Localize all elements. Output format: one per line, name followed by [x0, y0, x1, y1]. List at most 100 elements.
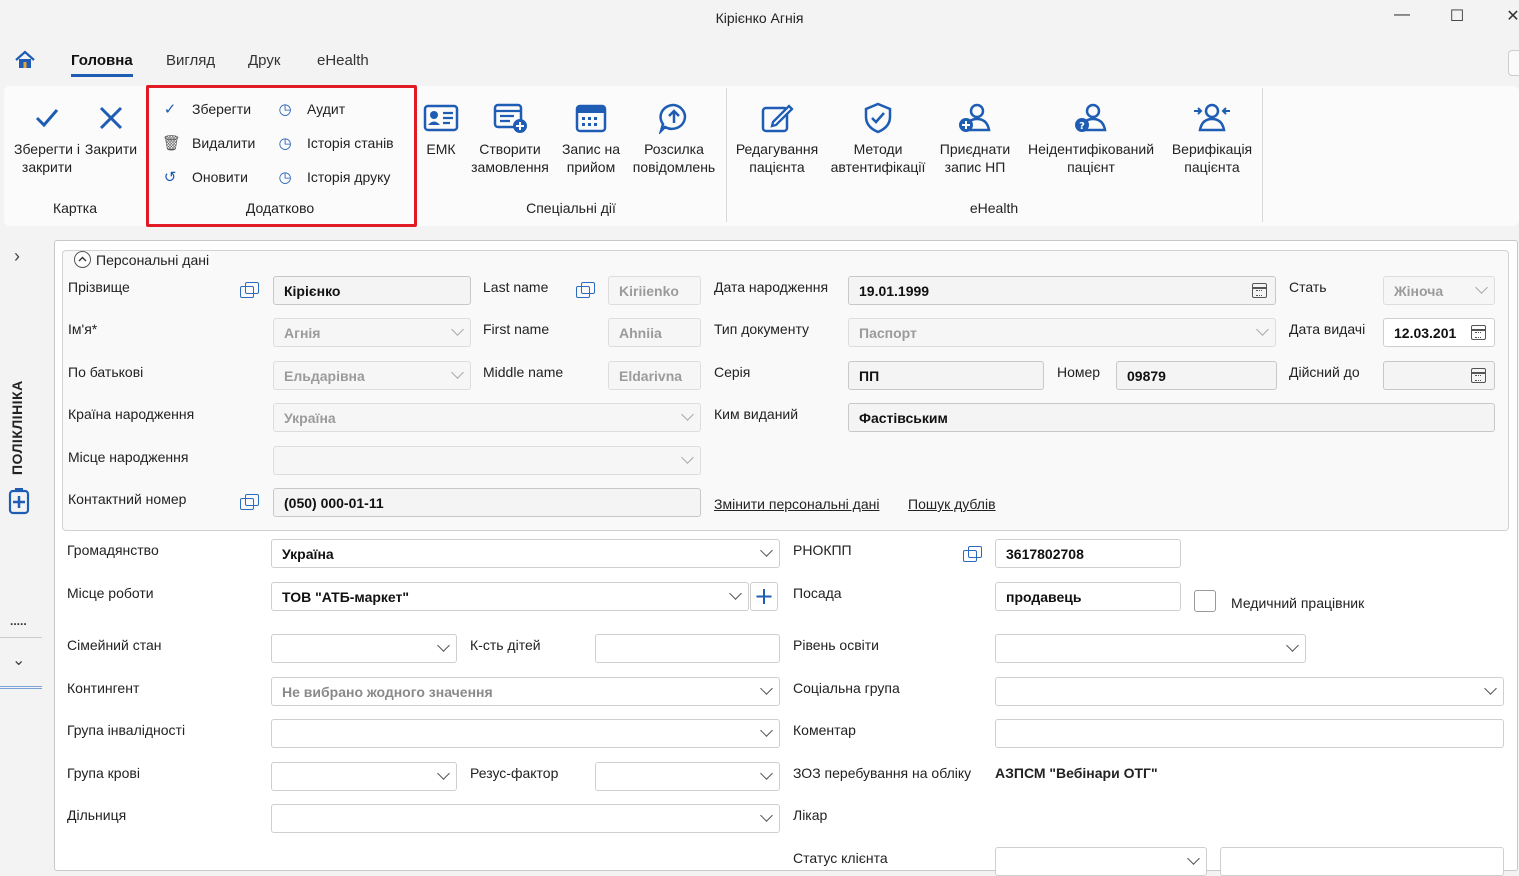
patronymic-label: По батькові	[68, 364, 144, 380]
sex-select[interactable]: Жіноча	[1383, 276, 1495, 305]
social-select[interactable]	[995, 677, 1504, 706]
chevron-down-icon	[1187, 852, 1200, 865]
copy-icon[interactable]	[240, 282, 260, 300]
create-order-button[interactable]: Створити замовлення	[468, 96, 552, 176]
issuer-field[interactable]: Фастівським	[848, 403, 1495, 432]
expand-panel-button[interactable]: ›	[14, 246, 20, 267]
auth-methods-button[interactable]: Методи автентифікації	[826, 96, 930, 176]
marital-select[interactable]	[271, 634, 457, 663]
splitter[interactable]	[0, 686, 42, 689]
contingent-select[interactable]: Не вибрано жодного значення	[271, 677, 780, 706]
disability-select[interactable]	[271, 719, 780, 748]
citizenship-select[interactable]: Україна	[271, 539, 780, 568]
unidentified-button[interactable]: ? Неідентифікований пацієнт	[1018, 96, 1164, 176]
tab-print[interactable]: Друк	[248, 52, 280, 69]
phone-value: (050) 000-01-11	[284, 494, 384, 511]
chevron-down-icon	[1256, 323, 1269, 336]
ribbon-scroll-button[interactable]	[1508, 50, 1519, 76]
doctype-select[interactable]: Паспорт	[848, 318, 1276, 347]
blood-select[interactable]	[271, 762, 457, 791]
calendar-icon[interactable]	[1471, 368, 1486, 383]
name-select[interactable]: Агнія	[273, 318, 471, 347]
rnokpp-label: РНОКПП	[793, 542, 852, 558]
issue-date-label: Дата видачі	[1289, 321, 1366, 337]
client-status-extra-field[interactable]	[1220, 847, 1504, 876]
workplace-select[interactable]: ТОВ "АТБ-маркет"	[271, 582, 749, 611]
zoz-value: АЗПСМ "Вебінари ОТГ"	[995, 765, 1158, 781]
group-special-label: Спеціальні дії	[526, 200, 616, 216]
rnokpp-field[interactable]: 3617802708	[995, 539, 1181, 568]
personal-data-header: Персональні дані	[96, 252, 210, 268]
change-personal-data-link[interactable]: Змінити персональні дані	[714, 496, 879, 512]
copy-icon[interactable]	[963, 546, 983, 564]
emk-button[interactable]: ЕМК	[418, 96, 464, 158]
mailing-label: Розсилка повідомлень	[632, 141, 716, 175]
calendar-icon[interactable]	[1471, 325, 1486, 340]
sex-label: Стать	[1289, 279, 1327, 295]
add-workplace-button[interactable]	[750, 582, 778, 611]
medical-plus-icon[interactable]	[8, 487, 30, 518]
auth-methods-label: Методи автентифікації	[830, 141, 926, 175]
dots-handle[interactable]: .....	[10, 614, 27, 628]
firstname-field[interactable]: Ahniia	[608, 318, 701, 347]
surname-field[interactable]: Кірієнко	[273, 276, 471, 305]
children-field[interactable]	[595, 634, 780, 663]
close-card-button[interactable]: Закрити	[82, 96, 140, 158]
verify-button[interactable]: Верифікація пацієнта	[1168, 96, 1256, 176]
collapse-group-icon[interactable]	[74, 251, 91, 268]
appointment-button[interactable]: Запис на прийом	[556, 96, 626, 176]
education-label: Рівень освіти	[793, 637, 879, 653]
rhesus-label: Резус-фактор	[470, 765, 559, 781]
social-label: Соціальна група	[793, 680, 900, 696]
number-field[interactable]: 09879	[1116, 361, 1277, 390]
issue-date-value: 12.03.201	[1394, 324, 1457, 341]
edit-patient-button[interactable]: Редагування пацієнта	[732, 96, 822, 176]
divider	[0, 637, 42, 638]
middlename-field[interactable]: Eldarivna	[608, 361, 701, 390]
zoz-label: ЗОЗ перебування на обліку	[793, 765, 972, 781]
disability-label: Група інвалідності	[67, 722, 186, 738]
medic-checkbox[interactable]	[1194, 590, 1216, 612]
attach-np-button[interactable]: Приєднати запис НП	[934, 96, 1016, 176]
education-select[interactable]	[995, 634, 1306, 663]
collapse-button[interactable]: ⌄	[12, 650, 25, 670]
district-label: Дільниця	[67, 807, 127, 823]
district-select[interactable]	[271, 804, 780, 833]
tab-main[interactable]: Головна	[71, 52, 133, 77]
valid-until-picker[interactable]	[1383, 361, 1495, 390]
birthdate-picker[interactable]: 19.01.1999	[848, 276, 1276, 305]
minimize-button[interactable]: —	[1387, 6, 1417, 30]
save-close-label: Зберегти і закрити	[13, 141, 80, 175]
close-button[interactable]: ✕	[1498, 6, 1519, 30]
lastname-field[interactable]: Kiriienko	[608, 276, 701, 305]
edit-icon	[732, 96, 822, 140]
calendar-icon[interactable]	[1252, 283, 1267, 298]
copy-icon[interactable]	[576, 282, 596, 300]
tab-ehealth[interactable]: eHealth	[317, 52, 369, 69]
issue-date-picker[interactable]: 12.03.201	[1383, 318, 1495, 347]
citizenship-label: Громадянство	[67, 542, 159, 558]
country-select[interactable]: Україна	[273, 403, 701, 432]
phone-field[interactable]: (050) 000-01-11	[273, 488, 701, 517]
maximize-button[interactable]: ☐	[1442, 6, 1472, 30]
series-field[interactable]: ПП	[848, 361, 1044, 390]
position-field[interactable]: продавець	[995, 582, 1181, 611]
mailing-button[interactable]: Розсилка повідомлень	[626, 96, 722, 176]
home-icon[interactable]	[14, 50, 36, 73]
rhesus-select[interactable]	[595, 762, 780, 791]
rnokpp-value: 3617802708	[1006, 545, 1084, 562]
chevron-down-icon	[1286, 639, 1299, 652]
find-duplicates-link[interactable]: Пошук дублів	[908, 496, 996, 512]
save-close-button[interactable]: Зберегти і закрити	[8, 96, 86, 176]
tab-view[interactable]: Вигляд	[166, 52, 215, 69]
comment-field[interactable]	[995, 719, 1504, 748]
svg-text:?: ?	[1079, 121, 1085, 132]
birthdate-label: Дата народження	[714, 279, 829, 295]
birthplace-select[interactable]	[273, 446, 701, 475]
group-card-label: Картка	[52, 200, 98, 216]
patronymic-select[interactable]: Ельдарівна	[273, 361, 471, 390]
id-card-icon	[418, 96, 464, 140]
copy-icon[interactable]	[240, 494, 260, 512]
client-status-select[interactable]	[995, 847, 1207, 876]
chevron-down-icon	[681, 408, 694, 421]
